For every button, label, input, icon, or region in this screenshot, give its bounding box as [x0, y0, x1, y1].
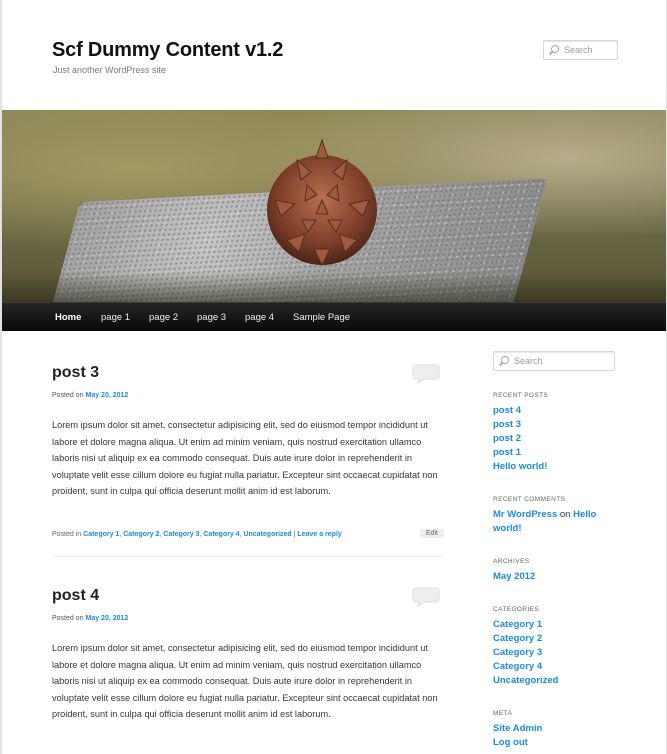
post-divider [52, 556, 442, 557]
category-link[interactable]: Category 1 [493, 619, 542, 630]
post-title[interactable]: post 3 [52, 364, 99, 382]
edit-button[interactable]: Edit [419, 529, 444, 538]
posted-in-label: Posted in [52, 531, 82, 538]
list-item: Mr WordPress on Hello world! [493, 508, 613, 536]
recent-post-link[interactable]: post 4 [493, 405, 521, 416]
post-content: Lorem ipsum dolor sit amet, consectetur … [52, 420, 438, 496]
posted-on-label: Posted on [52, 392, 84, 399]
leave-reply-link[interactable]: Leave a reply [297, 531, 341, 538]
nav-item-page-2[interactable]: page 2 [149, 303, 178, 332]
recent-post-link[interactable]: Hello world! [493, 461, 547, 472]
post-meta: Posted on May 20, 2012 [52, 615, 128, 622]
category-link[interactable]: Category 3 [163, 531, 199, 538]
site-description: Just another WordPress site [53, 65, 166, 75]
list-item: Category 3 [493, 646, 613, 660]
nav-item-page-1[interactable]: page 1 [101, 303, 130, 332]
categories-title: CATEGORIES [493, 606, 540, 613]
nav-item-sample-page[interactable]: Sample Page [293, 303, 350, 332]
archive-link[interactable]: May 2012 [493, 571, 535, 582]
page: Scf Dummy Content v1.2 Just another Word… [2, 0, 666, 754]
category-link[interactable]: Category 3 [493, 647, 542, 658]
post-title[interactable]: post 4 [52, 587, 99, 605]
post-date-link[interactable]: May 20, 2012 [85, 392, 128, 399]
category-link[interactable]: Uncategorized [493, 675, 558, 686]
list-item: post 4 [493, 404, 613, 418]
archives-list: May 2012 [493, 570, 613, 584]
recent-comments-title: RECENT COMMENTS [493, 496, 566, 503]
header-banner-image [2, 110, 666, 302]
list-item: May 2012 [493, 570, 613, 584]
site-title[interactable]: Scf Dummy Content v1.2 [52, 39, 283, 62]
sidebar-search-field[interactable] [493, 351, 615, 371]
archives-title: ARCHIVES [493, 558, 530, 565]
list-item: Uncategorized [493, 674, 613, 688]
category-link[interactable]: Category 2 [123, 531, 159, 538]
list-item: post 1 [493, 446, 613, 460]
post-date-link[interactable]: May 20, 2012 [85, 615, 128, 622]
category-link[interactable]: Uncategorized [243, 531, 291, 538]
list-item: Site Admin [493, 722, 613, 736]
category-link[interactable]: Category 1 [83, 531, 119, 538]
list-item: Category 2 [493, 632, 613, 646]
post-footer: Posted in Category 1, Category 2, Catego… [52, 529, 444, 538]
nav-item-page-3[interactable]: page 3 [197, 303, 226, 332]
categories-list: Category 1 Category 2 Category 3 Categor… [493, 618, 613, 688]
post-content: Lorem ipsum dolor sit amet, consectetur … [52, 643, 438, 719]
post-meta: Posted on May 20, 2012 [52, 392, 128, 399]
pinecone-image [267, 138, 377, 267]
list-item: Category 4 [493, 660, 613, 674]
meta-list: Site Admin Log out [493, 722, 613, 750]
list-item: Category 1 [493, 618, 613, 632]
recent-posts-title: RECENT POSTS [493, 392, 549, 399]
log-out-link[interactable]: Log out [493, 737, 528, 748]
meta-title: META [493, 710, 513, 717]
category-link[interactable]: Category 4 [493, 661, 542, 672]
recent-posts-list: post 4 post 3 post 2 post 1 Hello world! [493, 404, 613, 474]
sidebar-search-input[interactable] [514, 356, 614, 366]
search-icon [549, 45, 559, 55]
category-link[interactable]: Category 4 [203, 531, 239, 538]
recent-post-link[interactable]: post 3 [493, 419, 521, 430]
posted-on-label: Posted on [52, 615, 84, 622]
list-item: post 3 [493, 418, 613, 432]
comment-bubble-icon[interactable] [412, 587, 440, 607]
comment-author-link[interactable]: Mr WordPress [493, 509, 557, 520]
recent-post-link[interactable]: post 2 [493, 433, 521, 444]
footer-separator: | [293, 531, 296, 538]
category-link[interactable]: Category 2 [493, 633, 542, 644]
list-item: Log out [493, 736, 613, 750]
comment-on-label: on [559, 509, 571, 520]
header-search-input[interactable] [564, 45, 617, 55]
nav-item-home[interactable]: Home [55, 303, 81, 332]
list-item: post 2 [493, 432, 613, 446]
search-icon [499, 356, 509, 366]
comment-bubble-icon[interactable] [412, 364, 440, 384]
recent-post-link[interactable]: post 1 [493, 447, 521, 458]
site-admin-link[interactable]: Site Admin [493, 723, 542, 734]
nav-item-page-4[interactable]: page 4 [245, 303, 274, 332]
header-search-field[interactable] [543, 40, 618, 60]
recent-comments-list: Mr WordPress on Hello world! [493, 508, 613, 536]
list-item: Hello world! [493, 460, 613, 474]
main-navigation: Home page 1 page 2 page 3 page 4 Sample … [2, 302, 666, 331]
